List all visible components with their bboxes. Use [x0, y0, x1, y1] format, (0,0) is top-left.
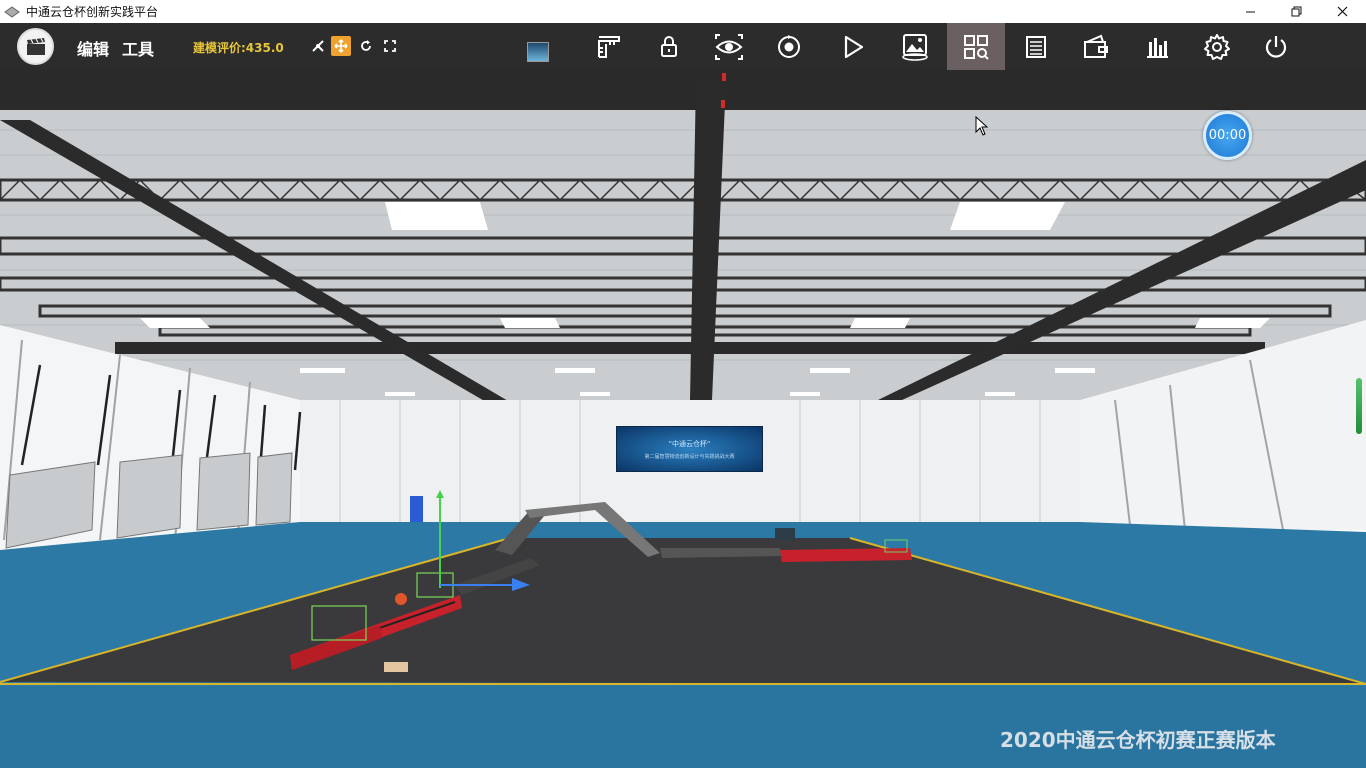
ruler-icon [598, 35, 620, 58]
minimize-button[interactable] [1227, 0, 1273, 23]
panorama-360-icon [902, 33, 928, 61]
3d-viewport[interactable]: "中通云仓杯" 第二届智慧物流创新设计与实践挑战大赛 00:00 2020中通云… [0, 70, 1366, 768]
window-titlebar: 中通云仓杯创新实践平台 [0, 0, 1366, 23]
grid-search-button[interactable] [947, 23, 1005, 70]
menu-tools[interactable]: 工具 [122, 36, 154, 60]
lock-button[interactable] [640, 23, 698, 70]
warehouse-scene [0, 70, 1366, 768]
snap-tool[interactable] [308, 36, 328, 56]
app-toolbar: 编辑 工具 建模评价:435.0 [0, 23, 1366, 70]
list-button[interactable] [1007, 23, 1065, 70]
restore-icon [1291, 6, 1301, 17]
wallet-icon [1084, 34, 1108, 58]
settings-icon [1204, 33, 1230, 60]
move-tool[interactable] [331, 36, 351, 56]
fullscreen-icon [384, 40, 396, 52]
rotate-tool[interactable] [356, 36, 376, 56]
app-icon [4, 5, 20, 18]
side-scroll-indicator[interactable] [1356, 378, 1362, 434]
scene-thumbnail-icon[interactable] [527, 42, 549, 62]
competition-banner: "中通云仓杯" 第二届智慧物流创新设计与实践挑战大赛 [616, 426, 763, 472]
rotate-icon [361, 40, 371, 51]
record-button[interactable] [760, 23, 818, 70]
eye-icon [715, 33, 743, 60]
app-logo[interactable] [17, 28, 54, 65]
wallet-button[interactable] [1067, 23, 1125, 70]
power-icon [1265, 35, 1287, 58]
modeling-score: 建模评价:435.0 [193, 41, 284, 55]
play-button[interactable] [824, 23, 882, 70]
statistics-button[interactable] [1128, 23, 1186, 70]
record-icon [778, 34, 800, 58]
bar-chart-icon [1147, 37, 1168, 58]
play-icon [844, 35, 864, 58]
list-icon [1026, 35, 1046, 58]
minimize-icon [1245, 11, 1255, 13]
menu-edit[interactable]: 编辑 [77, 36, 109, 60]
restore-button[interactable] [1273, 0, 1319, 23]
window-title: 中通云仓杯创新实践平台 [26, 5, 159, 19]
clapperboard-icon [26, 37, 45, 55]
grid-search-icon [964, 34, 989, 60]
banner-subtitle: 第二届智慧物流创新设计与实践挑战大赛 [644, 454, 735, 460]
ruler-button[interactable] [580, 23, 638, 70]
banner-title: "中通云仓杯" [668, 440, 711, 448]
fullscreen-tool[interactable] [380, 36, 400, 56]
timer[interactable]: 00:00 [1203, 111, 1252, 160]
move-icon [334, 39, 348, 53]
power-button[interactable] [1247, 23, 1305, 70]
close-icon [1337, 6, 1347, 17]
mouse-cursor-icon [975, 116, 989, 136]
panorama-button[interactable] [886, 23, 944, 70]
settings-button[interactable] [1188, 23, 1246, 70]
lock-icon [661, 35, 677, 57]
version-watermark: 2020中通云仓杯初赛正赛版本 [1000, 728, 1276, 752]
close-button[interactable] [1319, 0, 1365, 23]
snap-icon [312, 40, 324, 52]
view-button[interactable] [700, 23, 758, 70]
